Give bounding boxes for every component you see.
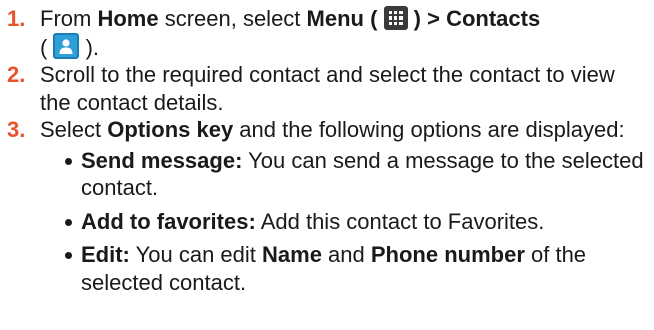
- phone-number-label: Phone number: [370, 242, 525, 267]
- home-label: Home: [97, 6, 159, 31]
- menu-grid-icon: [383, 6, 408, 30]
- instruction-document: 1. From Home screen, select Menu ( ) > C…: [0, 0, 654, 296]
- option-edit: Edit: You can edit Name and Phone number…: [63, 241, 646, 296]
- option-label: Add to favorites:: [81, 208, 256, 234]
- step-text: Scroll to the required contact and selec…: [40, 62, 615, 115]
- contacts-label: Contacts: [446, 6, 541, 31]
- bullet-icon: [65, 157, 72, 165]
- step-number: 1.: [7, 6, 26, 31]
- step-text: and the following options are displayed:: [233, 117, 625, 142]
- bullet-icon: [65, 218, 72, 226]
- contacts-person-icon: [53, 32, 80, 59]
- step-3: 3. Select Options key and the following …: [0, 116, 654, 296]
- step-text: From: [40, 6, 98, 31]
- options-list: Send message: You can send a message to …: [40, 147, 646, 297]
- option-text: and: [321, 242, 371, 267]
- step-2: 2. Scroll to the required contact and se…: [0, 61, 654, 116]
- name-label: Name: [262, 242, 322, 267]
- option-text: You can edit: [129, 242, 263, 267]
- step-text: Select: [40, 117, 108, 142]
- step-text: ).: [79, 34, 100, 60]
- option-add-to-favorites: Add to favorites: Add this contact to Fa…: [63, 208, 646, 236]
- step-1: 1. From Home screen, select Menu ( ) > C…: [0, 5, 654, 61]
- option-send-message: Send message: You can send a message to …: [63, 147, 646, 202]
- step-text: (: [40, 34, 54, 60]
- step-text: screen, select: [158, 6, 307, 31]
- options-key-label: Options key: [107, 117, 234, 142]
- step-text: (: [363, 6, 384, 31]
- bullet-icon: [65, 252, 72, 259]
- option-label: Edit:: [81, 242, 130, 267]
- step-number: 2.: [7, 62, 26, 87]
- menu-label: Menu: [306, 6, 364, 31]
- option-text: Add this contact to Favorites.: [255, 208, 545, 234]
- step-number: 3.: [7, 117, 26, 142]
- step-text: ) >: [407, 6, 447, 31]
- option-label: Send message:: [81, 147, 243, 173]
